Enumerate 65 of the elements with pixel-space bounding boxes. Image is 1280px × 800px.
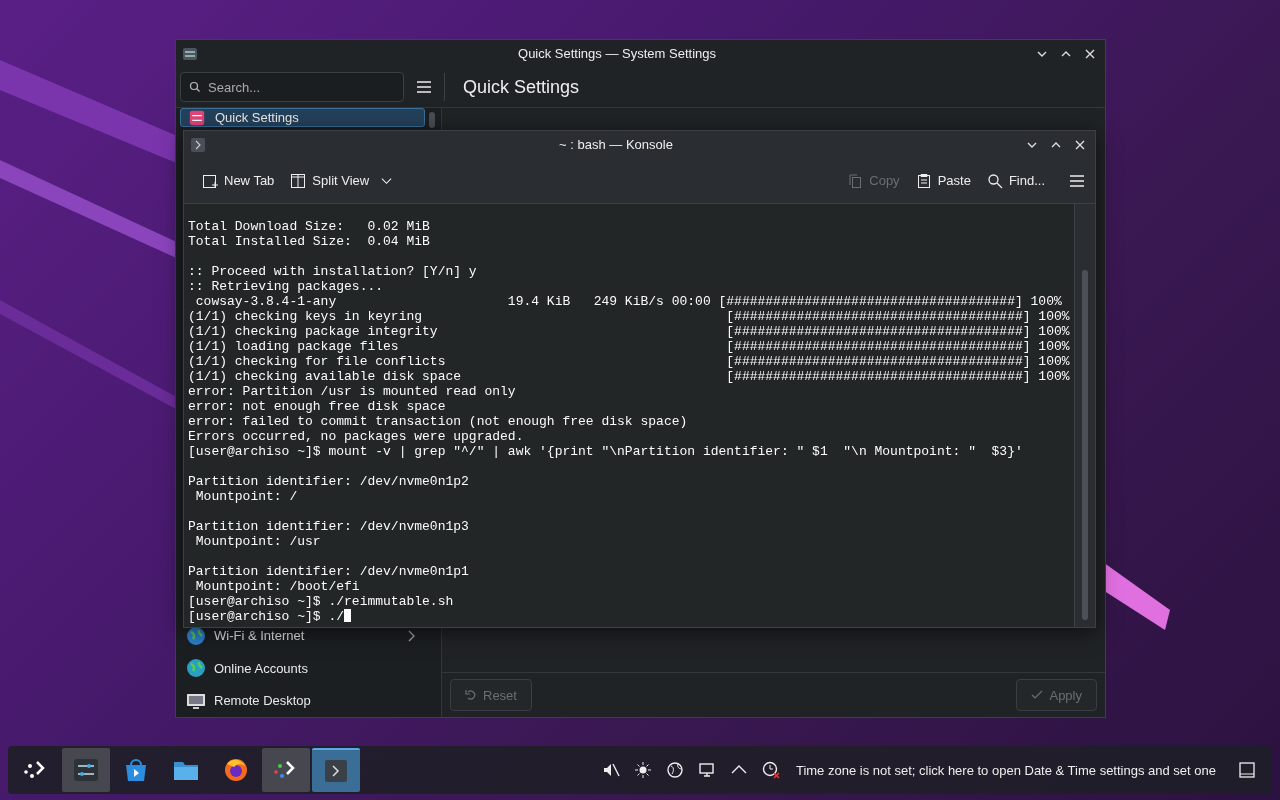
window-title: Quick Settings — System Settings bbox=[517, 46, 717, 61]
sliders-icon bbox=[72, 756, 100, 784]
new-tab-icon bbox=[202, 172, 218, 189]
page-title: Quick Settings bbox=[463, 76, 580, 98]
time-zone-notice[interactable]: Time zone is not set; click here to open Date & Time settings and set one bbox=[795, 762, 1216, 778]
paste-button[interactable]: Paste bbox=[909, 168, 977, 193]
close-button[interactable] bbox=[1074, 138, 1086, 151]
globe-icon[interactable] bbox=[665, 761, 684, 779]
speaker-muted-icon[interactable] bbox=[601, 761, 620, 779]
terminal-line: error: not enough free disk space bbox=[188, 399, 446, 414]
terminal-line: Partition identifier: /dev/nvme0n1p3 bbox=[188, 519, 469, 534]
terminal-line: Total Installed Size: 0.04 MiB bbox=[188, 234, 430, 249]
terminal-line: Mountpoint: /boot/efi bbox=[194, 579, 360, 594]
terminal-line: Mountpoint: /usr bbox=[194, 534, 321, 549]
search-field[interactable]: Search... bbox=[180, 72, 404, 102]
terminal-line: cowsay-3.8.4-1-any 19.4 KiB 249 KiB/s 00:00 [#####################################] 100% bbox=[194, 294, 1062, 309]
columns-icon bbox=[290, 172, 307, 189]
copy-icon bbox=[847, 172, 864, 189]
terminal-line: (1/1) loading package files [#####################################] 100% bbox=[188, 339, 1070, 354]
menu-icon[interactable] bbox=[416, 80, 432, 94]
caret-icon bbox=[381, 176, 393, 185]
terminal-icon bbox=[190, 136, 206, 153]
terminal-line: (1/1) checking keys in keyring [#####################################] 100% bbox=[188, 309, 1070, 324]
find-button[interactable]: Find... bbox=[980, 168, 1051, 193]
sun-icon[interactable] bbox=[633, 761, 652, 779]
close-button[interactable] bbox=[1084, 47, 1096, 60]
terminal-icon bbox=[322, 757, 350, 785]
browser-icon bbox=[222, 756, 250, 784]
terminal-line: [user@archiso ~]$ ./reimmutable.sh bbox=[188, 594, 454, 609]
clock-icon[interactable] bbox=[761, 761, 780, 779]
sidebar-item[interactable]: Quick Settings bbox=[180, 108, 425, 128]
clipboard-icon bbox=[915, 172, 932, 189]
terminal-line: [user@archiso ~]$ mount -v | grep "^/" | awk '{print "\nPartition identifier: " $1 "\n Mountpoint: " $3}' bbox=[188, 444, 1023, 459]
split-button[interactable]: Split View bbox=[284, 168, 399, 193]
terminal-line: Partition identifier: /dev/nvme0n1p1 bbox=[188, 564, 469, 579]
terminal-line: (1/1) checking for file conflicts [#####################################] 100% bbox=[188, 354, 1070, 369]
taskbar-app-button[interactable] bbox=[62, 748, 110, 792]
menu-icon[interactable] bbox=[1069, 173, 1085, 188]
new-tab-button[interactable]: New Tab bbox=[196, 168, 281, 193]
checkmark-icon bbox=[1031, 689, 1044, 701]
show-desktop-button[interactable] bbox=[1238, 761, 1256, 779]
terminal-line: Total Download Size: 0.02 MiB bbox=[188, 219, 430, 234]
sidebar-item[interactable]: Online Accounts bbox=[180, 651, 425, 685]
search-icon bbox=[986, 172, 1003, 189]
terminal-line: (1/1) checking available disk space [#####################################] 100% bbox=[188, 369, 1070, 384]
terminal-line: :: Proceed with installation? [Y/n] y bbox=[188, 264, 477, 279]
terminal-line: (1/1) checking package integrity [#####################################] 100% bbox=[188, 324, 1070, 339]
terminal-line: [user@archiso ~]$ ./ bbox=[188, 609, 345, 624]
terminal-line: Partition identifier: /dev/nvme0n1p2 bbox=[188, 474, 469, 489]
terminal-line: Errors occurred, no packages were upgraded. bbox=[188, 429, 524, 444]
terminal-line: Mountpoint: / bbox=[194, 489, 298, 504]
monitor-icon[interactable] bbox=[697, 761, 716, 779]
terminal-line: error: failed to commit transaction (not enough free disk space) bbox=[188, 414, 688, 429]
scrollbar-thumb[interactable] bbox=[429, 112, 435, 128]
sliders-icon bbox=[182, 45, 198, 62]
window-title: ~ : bash — Konsole bbox=[558, 137, 674, 152]
terminal-line: error: Partition /usr is mounted read only bbox=[188, 384, 516, 399]
sidebar-item[interactable]: Remote Desktop bbox=[180, 684, 425, 717]
undo-icon bbox=[465, 689, 477, 701]
terminal-line: :: Retrieving packages... bbox=[188, 279, 384, 294]
scrollbar-thumb[interactable] bbox=[1082, 270, 1088, 620]
search-icon bbox=[189, 81, 201, 93]
sliders-icon bbox=[187, 110, 207, 126]
chevron-icon bbox=[407, 629, 415, 642]
globe-icon bbox=[186, 658, 206, 679]
